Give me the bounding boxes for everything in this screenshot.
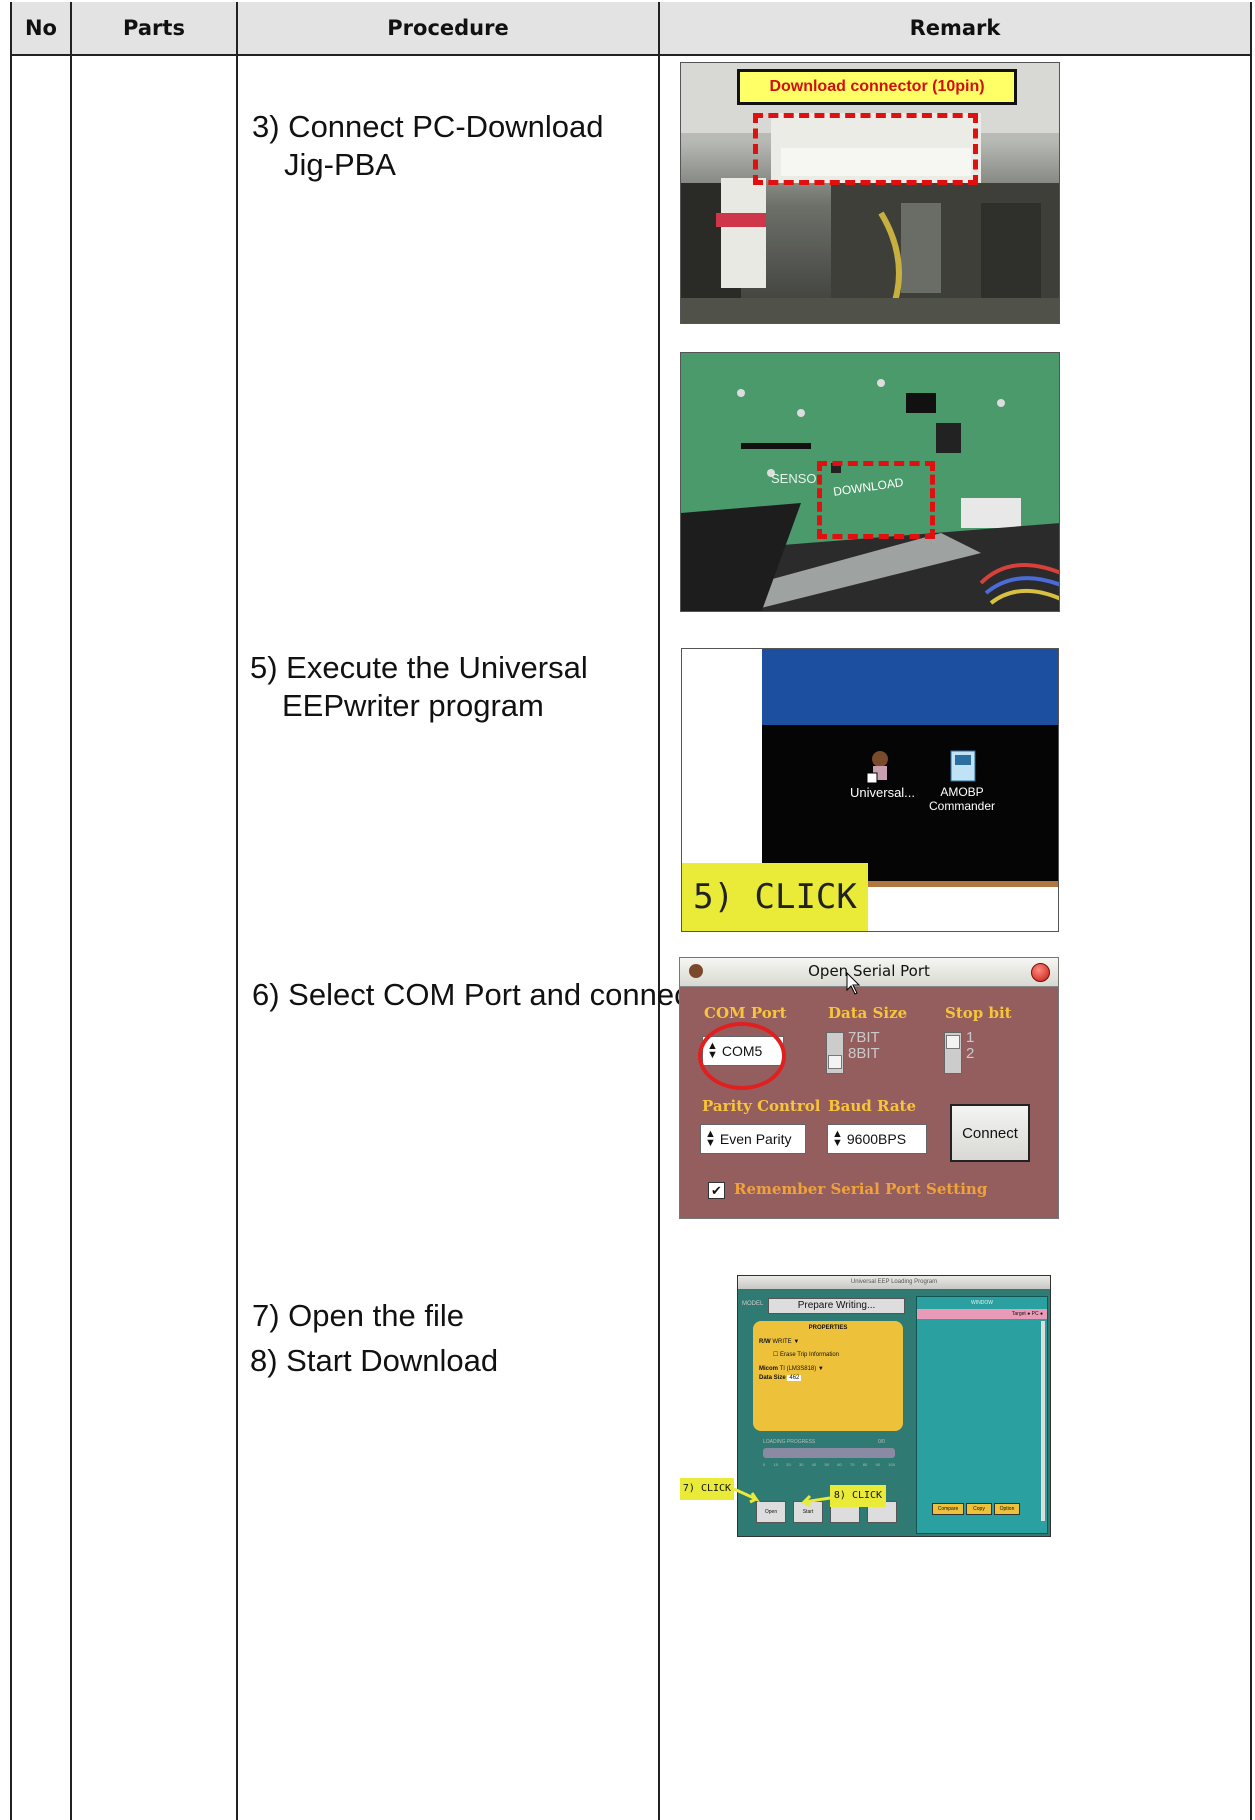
erase-row[interactable]: ☐ Erase Trip Information — [773, 1351, 883, 1358]
eep-titlebar: Universal EEP Loading Program — [738, 1276, 1050, 1289]
step-3-line1: 3) Connect PC-Download — [252, 109, 604, 144]
step-5-line2: EEPwriter program — [282, 688, 544, 723]
header-procedure: Procedure — [238, 2, 658, 56]
micom-row: Micom TI (LM3S818) ▼ — [759, 1366, 824, 1372]
data-size-row: Data Size 462 — [759, 1375, 802, 1381]
data-size-slider[interactable] — [826, 1032, 844, 1074]
amobp-program-icon — [950, 750, 976, 782]
amobp-icon-label: AMOBP Commander — [928, 785, 996, 813]
connector-highlight-box — [753, 113, 978, 185]
cursor-icon — [846, 972, 861, 995]
universal-program-icon — [866, 751, 888, 784]
progress-ticks: 0 10 20 30 40 50 60 70 80 90 100 — [763, 1462, 895, 1467]
rw-row: R/W WRITE ▼ — [759, 1339, 800, 1345]
header-parts: Parts — [72, 2, 236, 56]
desktop-screenshot: Universal... AMOBP Commander 5) CLICK — [681, 648, 1059, 932]
step-7-text: 7) Open the file — [252, 1298, 464, 1333]
remember-label: Remember Serial Port Setting — [734, 1180, 988, 1198]
pcb-photo: SENSO DOWNLOAD — [680, 352, 1060, 612]
stop-bit-slider[interactable] — [944, 1032, 962, 1074]
model-label: MODEL — [742, 1301, 764, 1307]
column-divider — [236, 2, 238, 1820]
pcb-highlight-box — [817, 461, 935, 539]
target-pc-bar: Target ● PC ● — [917, 1309, 1047, 1319]
parity-spinner[interactable]: ▲ ▼ Even Parity — [700, 1124, 806, 1154]
copy-button[interactable]: Copy — [966, 1503, 992, 1515]
dialog-title: Open Serial Port — [808, 962, 930, 980]
step-3-line2: Jig-PBA — [284, 147, 396, 182]
option-button[interactable]: Option — [994, 1503, 1020, 1515]
pcb-sense-label: SENSO — [771, 471, 817, 486]
arrow-icon — [800, 1494, 831, 1508]
connector-photo: Download connector (10pin) — [680, 62, 1060, 324]
universal-icon-label: Universal... — [850, 785, 916, 800]
baud-rate-label: Baud Rate — [828, 1097, 917, 1115]
scrollbar[interactable] — [1041, 1321, 1045, 1521]
connector-callout: Download connector (10pin) — [737, 69, 1017, 105]
click-8-label: 8) CLICK — [830, 1485, 886, 1507]
com-port-highlight-circle — [698, 1022, 786, 1090]
column-divider — [658, 2, 660, 1820]
spinner-arrows-icon: ▲ ▼ — [832, 1128, 843, 1149]
step-8-text: 8) Start Download — [250, 1343, 499, 1378]
universal-eepwriter-shortcut[interactable]: Universal... — [850, 749, 916, 800]
baud-rate-spinner[interactable]: ▲ ▼ 9600BPS — [827, 1124, 927, 1154]
desktop-background — [762, 725, 1058, 883]
connect-button[interactable]: Connect — [950, 1104, 1030, 1162]
remember-checkbox[interactable]: ✔ — [708, 1182, 725, 1199]
click-7-label: 7) CLICK — [680, 1478, 734, 1500]
dialog-titlebar: Open Serial Port — [680, 958, 1058, 995]
com-port-label: COM Port — [704, 1004, 787, 1022]
step-6-text: 6) Select COM Port and connect — [252, 977, 699, 1012]
header-remark: Remark — [660, 2, 1250, 56]
window-panel: WINDOW Target ● PC ● — [916, 1296, 1048, 1534]
data-size-options: 7BIT 8BIT — [848, 1029, 880, 1062]
checkmark-icon: ✔ — [711, 1182, 722, 1198]
close-icon[interactable] — [1031, 963, 1050, 982]
model-display: Prepare Writing... — [768, 1298, 905, 1314]
spinner-arrows-icon: ▲ ▼ — [705, 1128, 716, 1149]
baud-rate-value: 9600BPS — [846, 1131, 907, 1147]
amobp-commander-shortcut[interactable]: AMOBP Commander — [922, 749, 1002, 813]
column-divider — [70, 2, 72, 1820]
arrow-icon — [733, 1487, 761, 1504]
loading-value: 0/0 — [878, 1439, 885, 1445]
properties-panel: PROPERTIES R/W WRITE ▼ ☐ Erase Trip Info… — [753, 1321, 903, 1431]
header-no: No — [12, 2, 70, 56]
stop-bit-options: 1 2 — [966, 1029, 975, 1062]
step-5-text: 5) Execute the Universal EEPwriter progr… — [250, 649, 588, 725]
stop-bit-label: Stop bit — [945, 1004, 1012, 1022]
parity-value: Even Parity — [719, 1131, 792, 1147]
parity-label: Parity Control — [702, 1097, 821, 1115]
loading-progress-bar — [763, 1448, 895, 1458]
step-5-line1: 5) Execute the Universal — [250, 650, 588, 685]
procedure-table — [10, 2, 1252, 1820]
loading-label: LOADING PROGRESS — [763, 1439, 816, 1445]
step-3-text: 3) Connect PC-Download Jig-PBA — [252, 108, 604, 184]
data-size-label: Data Size — [828, 1004, 908, 1022]
eep-writer-window: Universal EEP Loading Program MODEL Prep… — [737, 1275, 1051, 1537]
click-5-label: 5) CLICK — [682, 863, 868, 931]
desktop-taskbar — [762, 649, 1058, 725]
compare-button[interactable]: Compare — [932, 1503, 964, 1515]
open-serial-port-dialog: Open Serial Port COM Port Data Size Stop… — [679, 957, 1059, 1219]
